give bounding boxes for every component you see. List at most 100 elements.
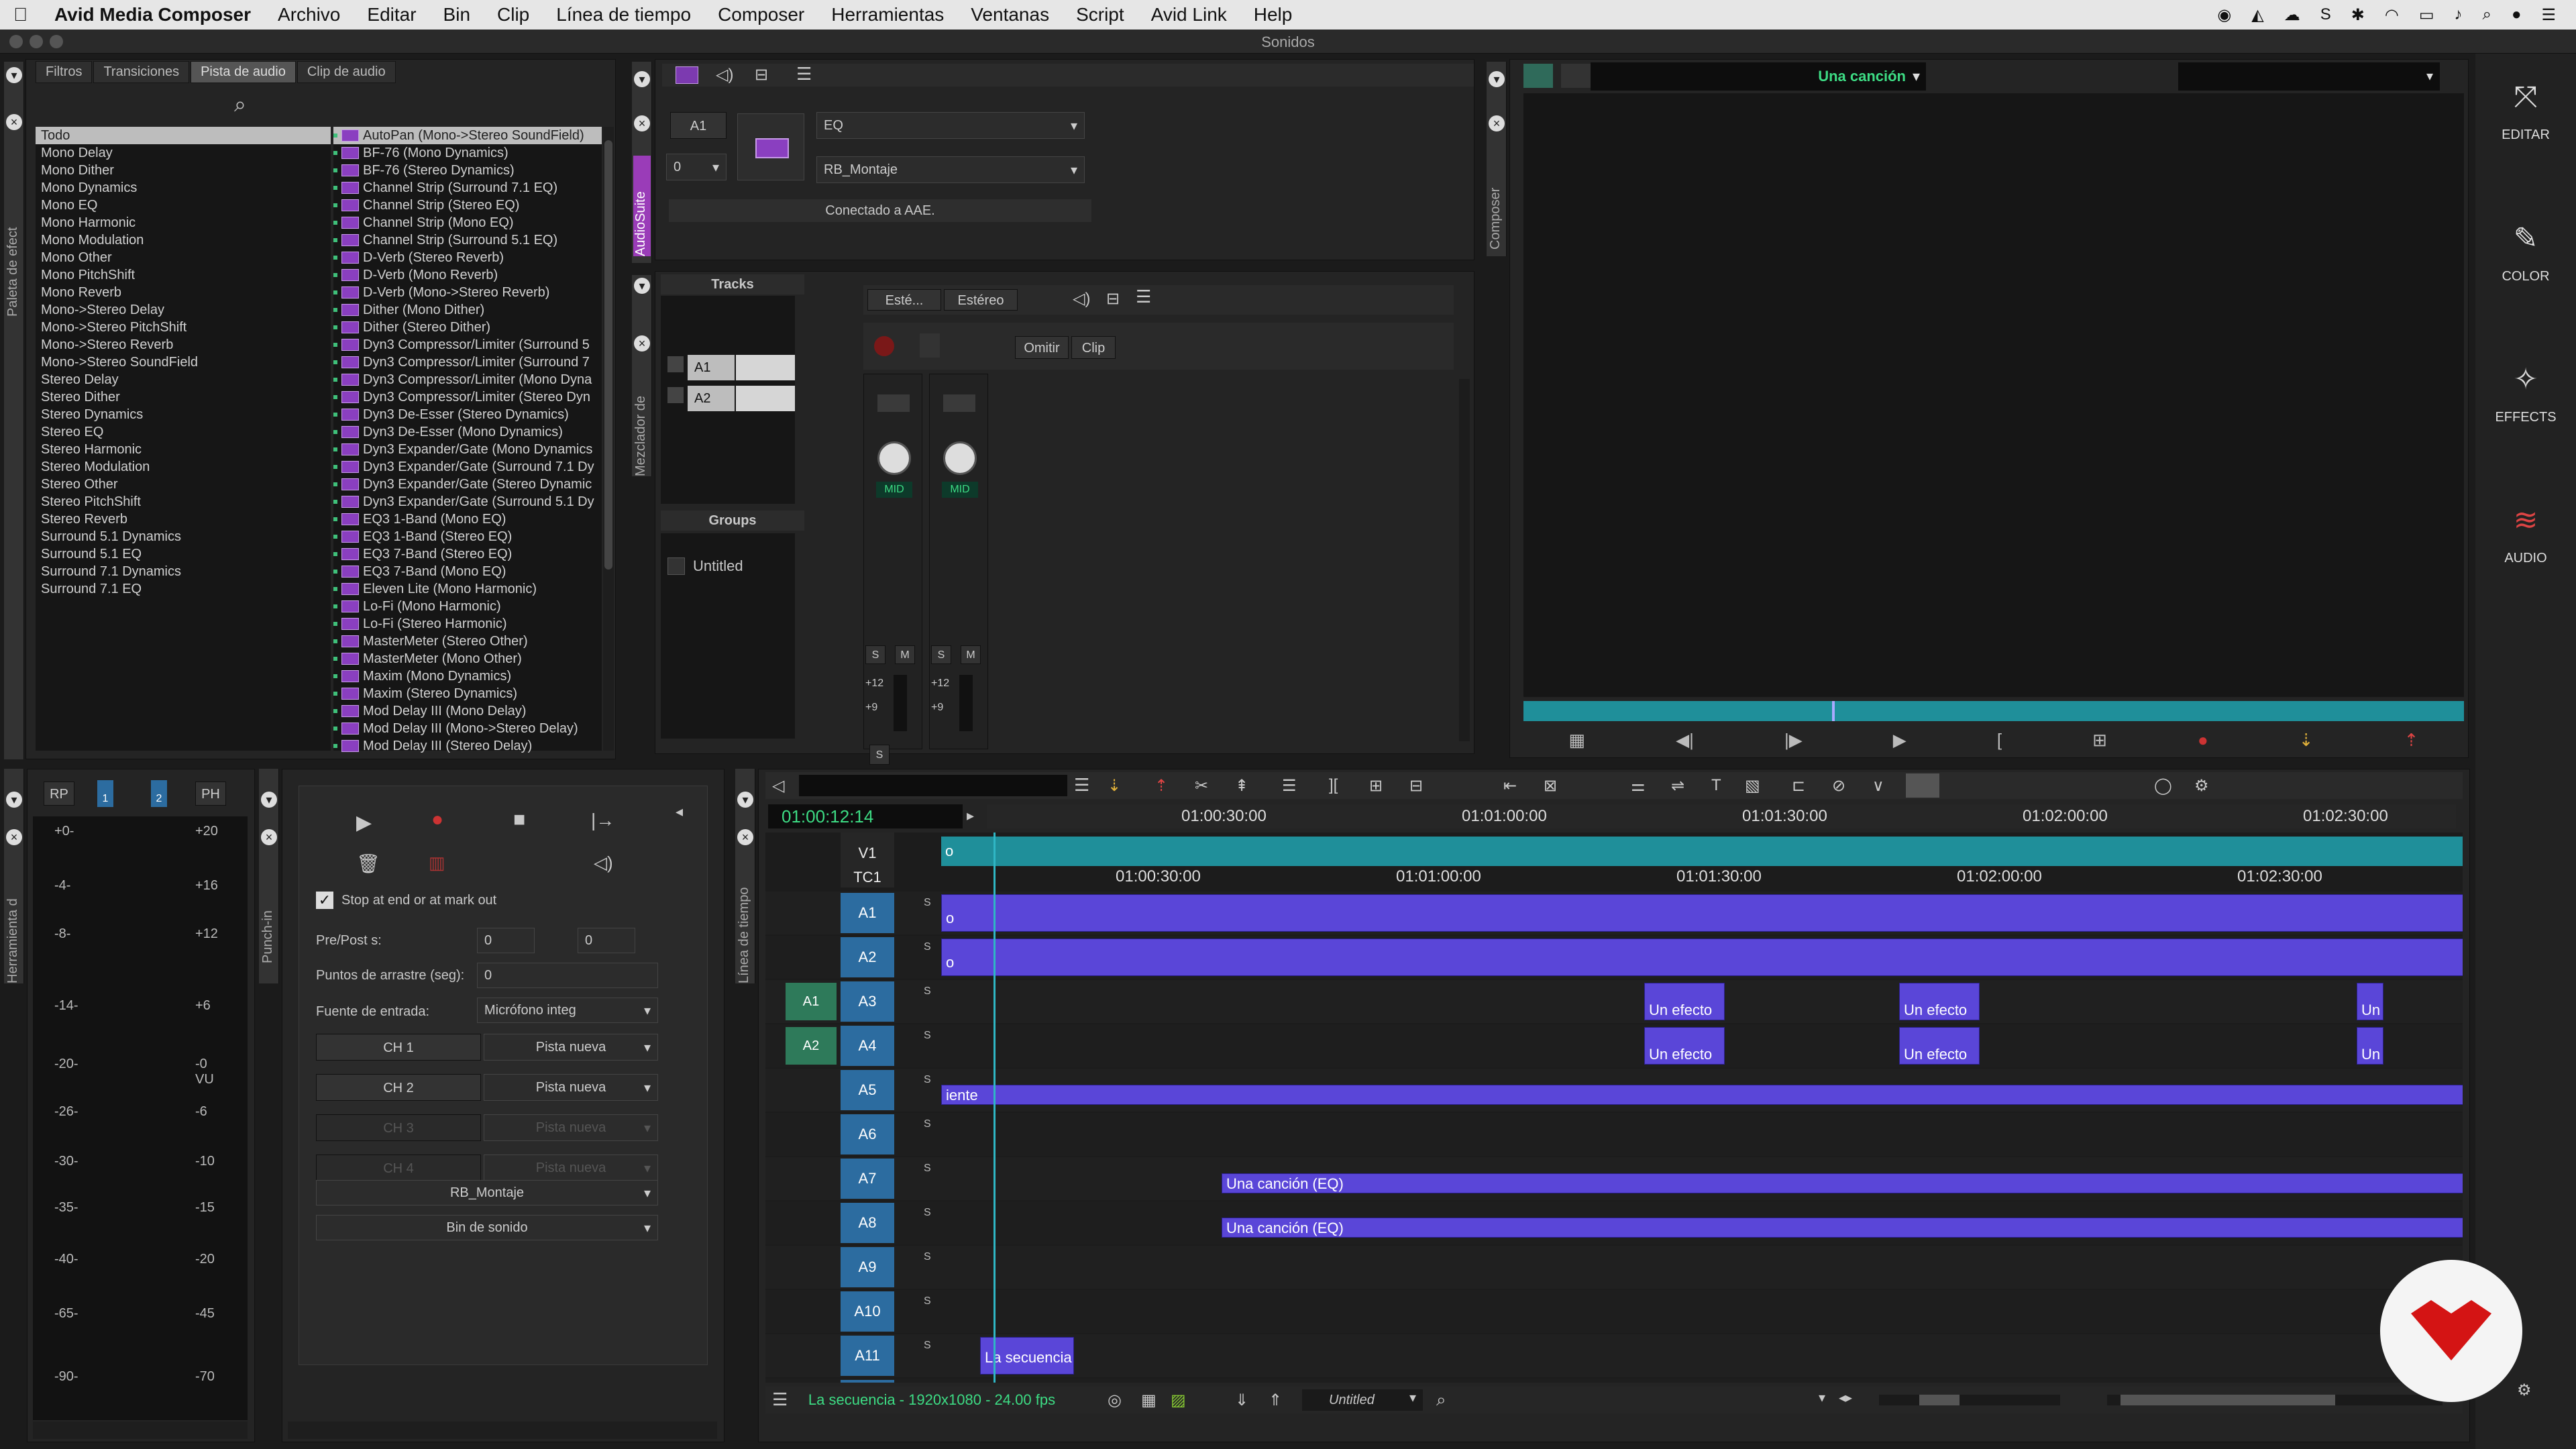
category-item[interactable]: Surround 5.1 EQ: [36, 545, 331, 563]
timecode-menu-icon[interactable]: ▸: [967, 807, 974, 824]
close-icon[interactable]: ×: [1489, 115, 1505, 131]
record-status-icon[interactable]: ◉: [2217, 5, 2231, 25]
skype-icon[interactable]: S: [2320, 5, 2331, 24]
category-item[interactable]: Stereo Dither: [36, 388, 331, 406]
track-label-a7[interactable]: A7: [841, 1159, 894, 1199]
effect-item[interactable]: Dyn3 Compressor/Limiter (Mono Dyna: [333, 371, 602, 388]
collapse-icon[interactable]: ⊏: [1792, 776, 1805, 796]
category-item[interactable]: Mono->Stereo PitchShift: [36, 319, 331, 336]
category-item[interactable]: Surround 7.1 EQ: [36, 580, 331, 598]
audio-clip[interactable]: Un efecto: [1899, 983, 1980, 1020]
panel-dropdown-icon[interactable]: ▾: [261, 792, 277, 808]
panel-dropdown-icon[interactable]: ▾: [1489, 71, 1505, 87]
output-icon[interactable]: ⊟: [1106, 289, 1120, 309]
effect-item[interactable]: Mod Delay III (Mono->Stereo Delay): [333, 720, 602, 737]
punch-in-scrollbar[interactable]: [288, 1421, 717, 1439]
solo-button[interactable]: S: [865, 645, 885, 664]
tab-transiciones[interactable]: Transiciones: [93, 61, 190, 83]
plugin-button[interactable]: [737, 113, 804, 180]
effect-item[interactable]: MasterMeter (Stereo Other): [333, 633, 602, 650]
title-icon[interactable]: T: [1711, 776, 1721, 795]
step-back-icon[interactable]: ◀|: [1676, 730, 1694, 751]
audio-clip[interactable]: Un: [2357, 1027, 2383, 1065]
position-indicator[interactable]: [1832, 701, 1835, 721]
plugin-icon[interactable]: [676, 66, 698, 84]
overwrite-icon[interactable]: ⇡: [1155, 776, 1168, 796]
avid-icon[interactable]: ◭: [2251, 5, 2263, 25]
channel-2-button[interactable]: 2: [151, 780, 167, 807]
bin-select[interactable]: RB_Montaje ▾: [816, 156, 1085, 183]
solo-mute-buttons[interactable]: S: [924, 983, 931, 1000]
bluetooth-icon[interactable]: ✱: [2351, 5, 2365, 25]
play-icon[interactable]: ▶: [1893, 730, 1907, 751]
track-label-a4[interactable]: A4: [841, 1026, 894, 1066]
category-item[interactable]: Mono Other: [36, 249, 331, 266]
effect-item[interactable]: Dyn3 De-Esser (Stereo Dynamics): [333, 406, 602, 423]
category-item[interactable]: Mono Dynamics: [36, 179, 331, 197]
collapse-icon[interactable]: ◂: [676, 803, 683, 820]
effect-item[interactable]: Dyn3 Expander/Gate (Surround 7.1 Dy: [333, 458, 602, 476]
splice-icon[interactable]: ⇣: [2299, 730, 2314, 751]
menu-help[interactable]: Help: [1240, 4, 1306, 25]
punch-in-side-tab[interactable]: ▾ × Punch-in: [259, 769, 279, 983]
category-item[interactable]: Mono Harmonic: [36, 214, 331, 231]
panel-dropdown-icon[interactable]: ▾: [6, 792, 22, 808]
category-item[interactable]: Stereo Delay: [36, 371, 331, 388]
menu-linea-de-tiempo[interactable]: Línea de tiempo: [543, 4, 704, 25]
splice-icon[interactable]: ⇣: [1108, 776, 1121, 796]
track-label-tc1[interactable]: TC1: [841, 867, 894, 888]
solo-mute-buttons[interactable]: S: [924, 894, 931, 912]
remove-effect-icon[interactable]: ⊘: [1832, 776, 1845, 796]
effect-item[interactable]: Maxim (Mono Dynamics): [333, 667, 602, 685]
audio-clip[interactable]: Una canción (EQ): [1222, 1173, 2463, 1193]
apple-icon[interactable]: : [0, 4, 41, 25]
effect-item[interactable]: MasterMeter (Mono Other): [333, 650, 602, 667]
preview-audio-icon[interactable]: ◁): [716, 65, 733, 85]
solo-mute-buttons[interactable]: S: [924, 1337, 931, 1354]
trim-icon[interactable]: ][: [1329, 776, 1338, 795]
bin-selector[interactable]: Untitled: [1302, 1389, 1423, 1411]
effect-item[interactable]: Mod Delay III (Mono Delay): [333, 702, 602, 720]
up-arrow-icon[interactable]: ⇑: [1269, 1391, 1282, 1410]
zoom-left-icon[interactable]: ◂▸: [1839, 1389, 1852, 1406]
menu-avid-link[interactable]: Avid Link: [1138, 4, 1240, 25]
solo-mute-buttons[interactable]: S: [924, 1160, 931, 1177]
effect-item[interactable]: Dyn3 Compressor/Limiter (Surround 5: [333, 336, 602, 354]
audiosuite-side-tab[interactable]: ▾ × AudioSuite: [632, 62, 652, 263]
track-item-a1-field[interactable]: [736, 355, 795, 380]
solo-mute-buttons[interactable]: S: [924, 938, 931, 956]
post-roll-input[interactable]: 0: [578, 928, 635, 953]
fader[interactable]: [894, 675, 907, 731]
omit-button[interactable]: Omitir: [1015, 336, 1069, 359]
effect-item[interactable]: Lo-Fi (Stereo Harmonic): [333, 615, 602, 633]
chevron-down-icon[interactable]: ▾: [1819, 1389, 1825, 1406]
speaker-icon[interactable]: ◁: [772, 776, 784, 796]
category-item[interactable]: Mono Reverb: [36, 284, 331, 301]
track-item-a2-field[interactable]: [736, 386, 795, 411]
category-list[interactable]: Todo Mono Delay Mono Dither Mono Dynamics Mo…: [36, 127, 331, 751]
settings-icon[interactable]: ⚙: [2517, 1381, 2532, 1400]
spotlight-search-icon[interactable]: ⌕: [2483, 5, 2491, 24]
track-label-a1[interactable]: A1: [841, 893, 894, 933]
match-frame-icon[interactable]: ⇤: [1503, 776, 1517, 796]
effect-item[interactable]: EQ3 7-Band (Stereo EQ): [333, 545, 602, 563]
volume-icon[interactable]: ♪: [2455, 5, 2463, 24]
track-label-a5[interactable]: A5: [841, 1070, 894, 1110]
category-item[interactable]: Stereo Modulation: [36, 458, 331, 476]
clip-color-icon[interactable]: ◯: [2154, 776, 2172, 796]
record-status-icon[interactable]: ◎: [1108, 1391, 1122, 1410]
pan-knob[interactable]: [877, 441, 911, 475]
track-label-a6[interactable]: A6: [841, 1114, 894, 1155]
solo-mute-buttons[interactable]: S: [924, 1381, 931, 1383]
effect-list[interactable]: AutoPan (Mono->Stereo SoundField) BF-76 (…: [333, 127, 602, 753]
solo-mute-buttons[interactable]: S: [924, 1116, 931, 1133]
solo-button[interactable]: S: [869, 745, 890, 765]
panel-dropdown-icon[interactable]: ▾: [634, 278, 650, 294]
channel-1-destination[interactable]: Pista nueva ▾: [484, 1034, 658, 1061]
solo-mute-buttons[interactable]: S: [924, 1204, 931, 1222]
track-label-a10[interactable]: A10: [841, 1291, 894, 1332]
step-forward-icon[interactable]: |▶: [1784, 730, 1803, 751]
category-item[interactable]: Stereo EQ: [36, 423, 331, 441]
audio-clip[interactable]: o: [941, 894, 2463, 932]
grid-icon[interactable]: ▦: [1569, 730, 1586, 751]
